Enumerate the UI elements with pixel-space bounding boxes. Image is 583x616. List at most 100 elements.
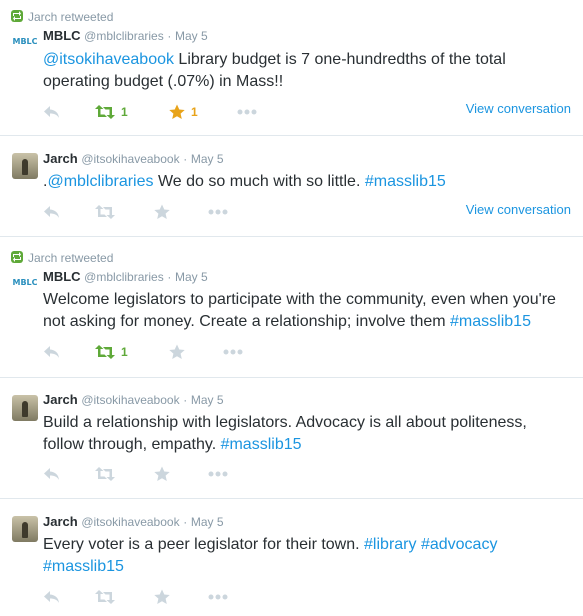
more-icon <box>208 209 228 215</box>
display-name[interactable]: Jarch <box>43 151 78 166</box>
reply-icon <box>44 468 59 480</box>
favorite-icon <box>154 466 170 481</box>
retweet-button[interactable] <box>95 203 115 221</box>
separator-dot: · <box>183 393 188 407</box>
favorite-icon <box>169 344 185 359</box>
reply-button[interactable] <box>43 203 61 221</box>
retweet-button[interactable] <box>95 588 115 606</box>
tweet-text: @itsokihaveabook Library budget is 7 one… <box>43 51 506 90</box>
display-name[interactable]: Jarch <box>43 392 78 407</box>
hashtag-link[interactable]: #masslib15 <box>365 173 446 190</box>
favorite-button[interactable] <box>154 588 170 606</box>
user-handle[interactable]: @mblclibraries <box>84 270 164 284</box>
favorite-icon <box>154 204 170 219</box>
avatar[interactable] <box>12 516 38 542</box>
favorite-button[interactable] <box>154 203 170 221</box>
favorite-icon <box>169 104 185 119</box>
separator-dot: · <box>183 515 188 529</box>
favorite-button[interactable]: 1 <box>169 103 198 121</box>
more-icon <box>237 109 257 115</box>
retweet-context-icon <box>11 10 23 22</box>
retweet-button[interactable]: 1 <box>95 103 128 121</box>
tweet-date[interactable]: May 5 <box>175 270 208 284</box>
tweet[interactable]: Jarch @itsokihaveabook · May 5 .@mblclib… <box>0 136 583 237</box>
retweet-count: 1 <box>121 345 128 359</box>
avatar[interactable] <box>12 395 38 421</box>
reply-button[interactable] <box>43 343 61 361</box>
separator-dot: · <box>167 29 172 43</box>
retweet-icon <box>95 467 115 481</box>
separator-dot: · <box>167 270 172 284</box>
more-button[interactable] <box>223 343 243 361</box>
hashtag-link[interactable]: #masslib15 <box>43 558 124 575</box>
display-name[interactable]: MBLC <box>43 269 81 284</box>
retweet-context-icon <box>11 251 23 263</box>
reply-icon <box>44 106 59 118</box>
tweet-header: Jarch @itsokihaveabook · May 5 <box>43 151 224 167</box>
tweet-timeline: Jarch retweeted MBLC MBLC @mblclibraries… <box>0 0 583 616</box>
tweet-header: MBLC @mblclibraries · May 5 <box>43 28 208 44</box>
tweet-date[interactable]: May 5 <box>191 393 224 407</box>
tweet-header: Jarch @itsokihaveabook · May 5 <box>43 392 224 408</box>
hashtag-link[interactable]: #masslib15 <box>450 313 531 330</box>
more-button[interactable] <box>208 588 228 606</box>
more-button[interactable] <box>237 103 257 121</box>
tweet-date[interactable]: May 5 <box>191 152 224 166</box>
avatar[interactable]: MBLC <box>12 30 38 56</box>
tweet[interactable]: Jarch @itsokihaveabook · May 5 Build a r… <box>0 378 583 499</box>
reply-button[interactable] <box>43 588 61 606</box>
view-conversation-link[interactable]: View conversation <box>466 202 571 217</box>
tweet-actions <box>43 465 563 483</box>
hashtag-link[interactable]: #library <box>364 536 416 553</box>
mention-link[interactable]: @mblclibraries <box>47 173 153 190</box>
reply-button[interactable] <box>43 465 61 483</box>
favorite-button[interactable] <box>169 343 185 361</box>
tweet-text: Build a relationship with legislators. A… <box>43 414 527 453</box>
tweet-actions <box>43 588 563 606</box>
retweet-context: Jarch retweeted <box>11 10 113 24</box>
reply-button[interactable] <box>43 103 61 121</box>
retweet-icon <box>95 590 115 604</box>
tweet-header: Jarch @itsokihaveabook · May 5 <box>43 514 224 530</box>
display-name[interactable]: MBLC <box>43 28 81 43</box>
retweet-icon <box>95 205 115 219</box>
tweet[interactable]: Jarch @itsokihaveabook · May 5 Every vot… <box>0 499 583 616</box>
retweet-context: Jarch retweeted <box>11 251 113 265</box>
tweet-header: MBLC @mblclibraries · May 5 <box>43 269 208 285</box>
retweet-button[interactable]: 1 <box>95 343 128 361</box>
avatar[interactable]: MBLC <box>12 271 38 297</box>
user-handle[interactable]: @itsokihaveabook <box>81 152 179 166</box>
tweet-actions: 1 <box>43 343 563 361</box>
tweet-text: Welcome legislators to participate with … <box>43 291 556 330</box>
avatar[interactable] <box>12 153 38 179</box>
more-icon <box>223 349 243 355</box>
reply-icon <box>44 346 59 358</box>
tweet[interactable]: Jarch retweeted MBLC MBLC @mblclibraries… <box>0 0 583 136</box>
favorite-icon <box>154 589 170 604</box>
tweet-text: Every voter is a peer legislator for the… <box>43 536 498 575</box>
hashtag-link[interactable]: #masslib15 <box>221 436 302 453</box>
reply-icon <box>44 206 59 218</box>
tweet-date[interactable]: May 5 <box>175 29 208 43</box>
tweet[interactable]: Jarch retweeted MBLC MBLC @mblclibraries… <box>0 237 583 378</box>
more-button[interactable] <box>208 465 228 483</box>
retweet-icon <box>95 345 115 359</box>
reply-icon <box>44 591 59 603</box>
retweet-button[interactable] <box>95 465 115 483</box>
favorite-button[interactable] <box>154 465 170 483</box>
retweet-count: 1 <box>121 105 128 119</box>
favorite-count: 1 <box>191 105 198 119</box>
separator-dot: · <box>183 152 188 166</box>
tweet-date[interactable]: May 5 <box>191 515 224 529</box>
display-name[interactable]: Jarch <box>43 514 78 529</box>
more-icon <box>208 471 228 477</box>
view-conversation-link[interactable]: View conversation <box>466 101 571 116</box>
mention-link[interactable]: @itsokihaveabook <box>43 51 174 68</box>
user-handle[interactable]: @itsokihaveabook <box>81 393 179 407</box>
tweet-text: .@mblclibraries We do so much with so li… <box>43 173 446 190</box>
hashtag-link[interactable]: #advocacy <box>421 536 498 553</box>
user-handle[interactable]: @mblclibraries <box>84 29 164 43</box>
user-handle[interactable]: @itsokihaveabook <box>81 515 179 529</box>
more-icon <box>208 594 228 600</box>
more-button[interactable] <box>208 203 228 221</box>
